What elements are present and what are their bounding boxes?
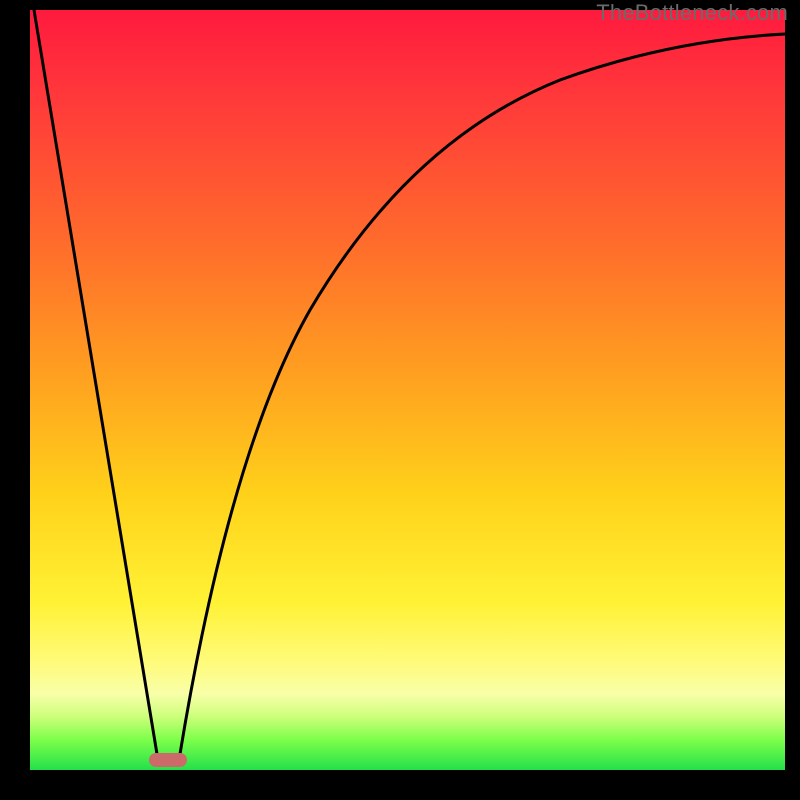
plot-area [30, 10, 785, 770]
right-branch-line [180, 34, 785, 754]
trough-marker [149, 753, 187, 767]
chart-frame: TheBottleneck.com [0, 0, 800, 800]
watermark-text: TheBottleneck.com [596, 0, 788, 26]
left-branch-line [34, 10, 157, 754]
curve-layer [30, 10, 785, 770]
